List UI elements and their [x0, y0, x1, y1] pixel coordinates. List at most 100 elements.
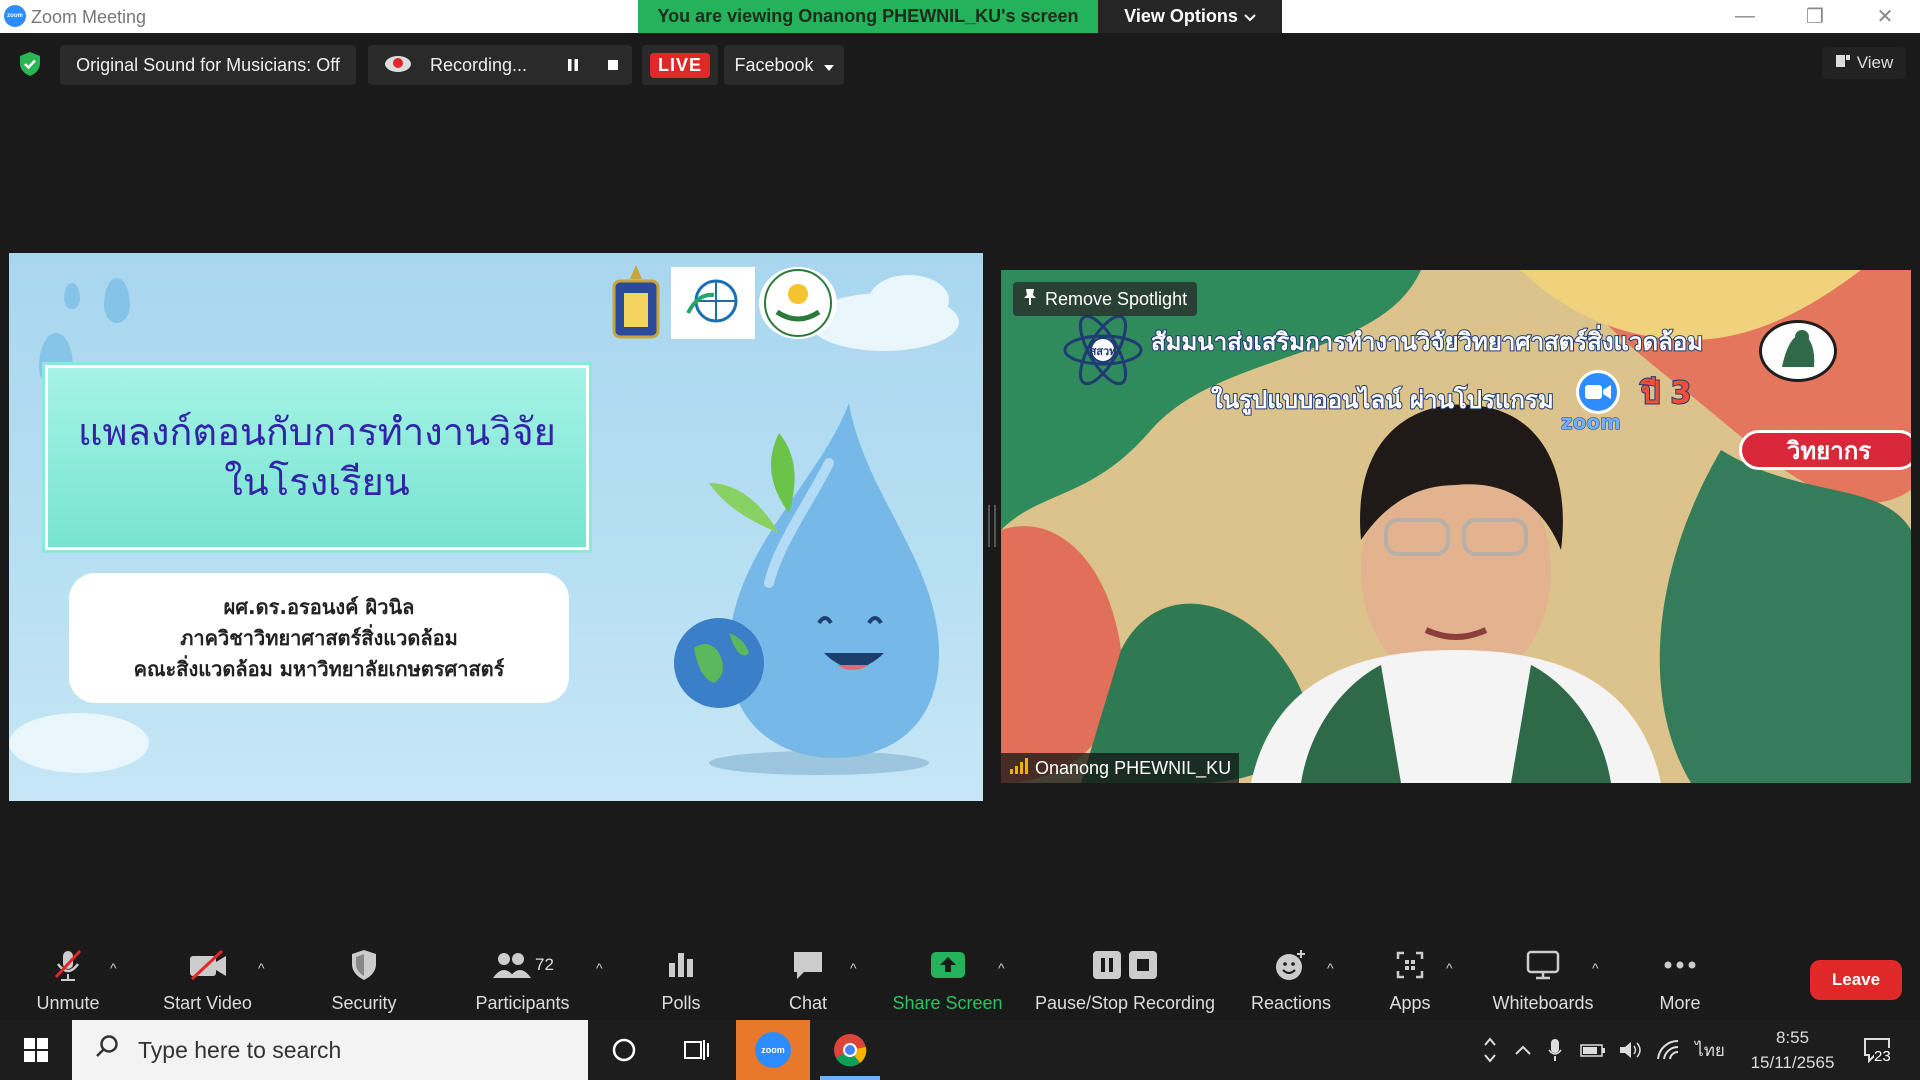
view-button[interactable]: View	[1822, 47, 1906, 79]
apps-button[interactable]: Apps	[1380, 938, 1440, 1020]
apps-grid-icon	[1388, 945, 1432, 985]
banner-title-line2: ในรูปแบบออนไลน์ ผ่านโปรแกรม	[1210, 385, 1555, 415]
more-button[interactable]: More	[1648, 938, 1712, 1020]
whiteboards-label: Whiteboards	[1492, 993, 1594, 1013]
task-view-button[interactable]	[660, 1020, 732, 1080]
water-drop-decoration	[104, 278, 130, 323]
taskbar-zoom-app[interactable]: zoom	[736, 1020, 810, 1080]
facebook-stream-dropdown[interactable]: Facebook	[724, 45, 844, 85]
audio-options-caret[interactable]: ^	[110, 960, 117, 976]
taskbar-chrome-app[interactable]	[814, 1020, 886, 1080]
reactions-smiley-icon	[1269, 945, 1313, 985]
unmute-button[interactable]: Unmute	[28, 938, 108, 1020]
taskbar-scroll-button[interactable]	[1478, 1020, 1502, 1080]
pause-stop-recording-button[interactable]: Pause/Stop Recording	[1030, 938, 1220, 1020]
whiteboards-options-caret[interactable]: ^	[1592, 960, 1599, 976]
original-sound-button[interactable]: Original Sound for Musicians: Off	[60, 45, 356, 85]
participants-icon: 72	[483, 945, 563, 985]
apps-options-caret[interactable]: ^	[1446, 960, 1453, 976]
tray-network[interactable]	[1652, 1020, 1686, 1080]
search-placeholder: Type here to search	[138, 1036, 342, 1063]
zoom-badge-icon	[1576, 370, 1620, 414]
minimize-button[interactable]: —	[1710, 0, 1780, 33]
stop-recording-icon[interactable]	[603, 55, 623, 80]
chevron-up-icon	[1515, 1045, 1531, 1055]
chat-button[interactable]: Chat	[778, 938, 838, 1020]
ipst-logo-text: สสวท	[1089, 346, 1117, 358]
restore-button[interactable]: ❐	[1780, 0, 1850, 33]
scroll-arrows-icon	[1484, 1037, 1496, 1063]
taskbar-clock[interactable]: 8:55 15/11/2565	[1745, 1026, 1840, 1075]
video-camera-off-icon	[186, 945, 230, 985]
recording-label: Recording...	[430, 54, 528, 75]
environment-dept-logo	[671, 267, 755, 339]
ipst-logo-icon: สสวท	[1061, 308, 1145, 392]
battery-icon	[1580, 1044, 1605, 1057]
tray-input-language[interactable]: ไทย	[1690, 1020, 1730, 1080]
chat-label: Chat	[788, 993, 828, 1013]
facebook-label: Facebook	[734, 54, 814, 75]
tray-microphone[interactable]	[1540, 1020, 1570, 1080]
meeting-toolbar: Unmute ^ Start Video ^ Security 72 Parti…	[0, 938, 1920, 1020]
windows-start-button[interactable]	[0, 1020, 72, 1080]
wifi-icon	[1657, 1039, 1679, 1060]
tray-volume[interactable]	[1614, 1020, 1648, 1080]
polls-button[interactable]: Polls	[650, 938, 712, 1020]
participants-options-caret[interactable]: ^	[596, 960, 603, 976]
stop-icon	[1129, 951, 1157, 979]
whiteboards-button[interactable]: Whiteboards	[1488, 938, 1598, 1020]
view-layout-icon	[1835, 53, 1851, 74]
leave-button[interactable]: Leave	[1810, 960, 1902, 1000]
pin-icon	[1023, 288, 1037, 311]
polls-label: Polls	[661, 993, 701, 1013]
title-bar: zoom Zoom Meeting You are viewing Onanon…	[0, 0, 1920, 33]
more-ellipsis-icon	[1658, 945, 1702, 985]
notification-center-button[interactable]: 23	[1852, 1020, 1902, 1080]
security-shield-icon[interactable]	[16, 50, 44, 78]
chat-bubble-icon	[786, 945, 830, 985]
reactions-options-caret[interactable]: ^	[1327, 960, 1334, 976]
security-button[interactable]: Security	[320, 938, 408, 1020]
chat-options-caret[interactable]: ^	[850, 960, 857, 976]
windows-logo-icon	[24, 1038, 48, 1062]
start-video-label: Start Video	[163, 993, 252, 1013]
remove-spotlight-button[interactable]: Remove Spotlight	[1013, 282, 1198, 316]
tray-battery[interactable]	[1576, 1020, 1610, 1080]
reactions-button[interactable]: Reactions	[1248, 938, 1334, 1020]
share-banner: You are viewing Onanong PHEWNIL_KU's scr…	[638, 0, 1098, 33]
pause-icon	[1093, 951, 1121, 979]
taskbar-active-underline	[820, 1076, 880, 1080]
live-status: LIVE	[642, 45, 718, 85]
share-screen-button[interactable]: Share Screen	[890, 938, 1005, 1020]
show-hidden-icons-button[interactable]	[1508, 1020, 1538, 1080]
taskbar-search-box[interactable]: Type here to search	[72, 1020, 588, 1080]
organization-logo-icon	[1759, 320, 1837, 382]
live-badge: LIVE	[649, 52, 710, 78]
remove-spotlight-label: Remove Spotlight	[1045, 288, 1188, 309]
recording-status: Recording...	[368, 45, 632, 85]
pause-recording-icon[interactable]	[563, 55, 583, 80]
participants-button[interactable]: 72 Participants	[470, 938, 575, 1020]
author-department: ภาควิชาวิทยาศาสตร์สิ่งแวดล้อม	[180, 625, 458, 650]
chrome-icon	[834, 1034, 867, 1067]
water-drop-mascot-image	[619, 383, 959, 783]
cortana-button[interactable]	[588, 1020, 660, 1080]
participant-name: Onanong PHEWNIL_KU	[1035, 757, 1232, 778]
start-video-button[interactable]: Start Video	[155, 938, 260, 1020]
participant-count: 72	[535, 955, 554, 974]
microphone-icon	[1548, 1039, 1562, 1061]
share-options-caret[interactable]: ^	[998, 960, 1005, 976]
view-options-button[interactable]: View Options	[1098, 0, 1282, 33]
speaker-volume-icon	[1620, 1042, 1641, 1058]
clock-date: 15/11/2565	[1750, 1052, 1835, 1072]
resize-divider-handle[interactable]	[988, 505, 996, 547]
pause-stop-recording-label: Pause/Stop Recording	[1034, 993, 1216, 1013]
app-title: Zoom Meeting	[31, 7, 147, 27]
security-label: Security	[331, 993, 397, 1013]
close-button[interactable]: ✕	[1850, 0, 1920, 33]
clock-time: 8:55	[1775, 1028, 1810, 1047]
whiteboard-icon	[1521, 945, 1565, 985]
video-options-caret[interactable]: ^	[258, 960, 265, 976]
share-screen-arrow-icon	[926, 945, 970, 985]
cloud-decoration	[9, 713, 149, 773]
